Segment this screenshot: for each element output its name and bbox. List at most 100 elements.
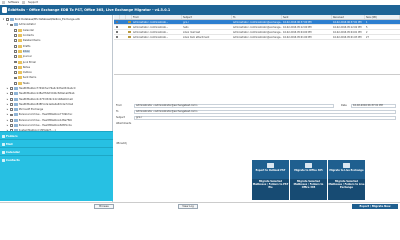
app-logo-icon <box>2 7 7 13</box>
tree-item-checkbox[interactable] <box>10 103 13 106</box>
tree-item-label: Tasks <box>22 81 30 85</box>
tree-item-checkbox[interactable] <box>14 39 17 43</box>
tree-item-checkbox[interactable] <box>10 97 13 101</box>
folder-icon <box>17 49 22 53</box>
browse-button[interactable]: Browse <box>94 204 114 209</box>
row-received: 16-02-2016 05:01:03 PM <box>333 35 362 39</box>
mail-icon <box>2 142 5 146</box>
nav-contacts-label: Contacts <box>6 157 20 162</box>
tree-item-label: Drafts <box>22 44 31 48</box>
preview-attachments-label: Attachments <box>116 122 132 125</box>
tree-item-checkbox[interactable] <box>14 60 17 64</box>
envelope-icon <box>127 20 131 24</box>
row-checkbox[interactable] <box>115 30 119 34</box>
tree-item-label: Journal <box>22 55 32 59</box>
row-sent: 16-02-2016 05:12:00 PM <box>283 25 312 29</box>
folder-icon <box>13 124 18 128</box>
expand-icon[interactable]: ▸ <box>6 92 9 95</box>
row-size: 1 <box>366 20 368 24</box>
migrate-selected-to-office365-tile[interactable]: Migrate Selected Mailboxes / Folders to … <box>290 179 327 200</box>
folder-icon <box>17 39 22 43</box>
folder-icon <box>17 71 22 75</box>
row-size: 5 <box>366 25 368 29</box>
tree-item-label: Personal Archive - HealthMailbox1d8e7fb6 <box>18 118 72 122</box>
support-menu-icon <box>22 1 26 4</box>
folder-icon <box>13 23 18 27</box>
folder-icon <box>13 102 18 106</box>
expand-icon[interactable]: ▸ <box>6 98 9 101</box>
preview-to-label: To <box>116 110 119 113</box>
tree-item-checkbox[interactable] <box>10 124 13 127</box>
expand-icon[interactable]: ▸ <box>6 124 9 127</box>
migrate-selected-to-live-exchange-tile[interactable]: Migrate Selected Mailboxes / Folders to … <box>328 179 365 200</box>
nav-folders-label: Folders <box>6 133 18 138</box>
tree-item-label: Sent Items <box>22 76 37 80</box>
tree-item-checkbox[interactable] <box>14 44 17 48</box>
expand-icon[interactable]: ▸ <box>6 113 9 116</box>
menu-software[interactable]: Software <box>8 1 19 4</box>
tree-item-checkbox[interactable] <box>14 55 17 59</box>
expand-icon[interactable]: ▸ <box>6 108 9 111</box>
folder-icon <box>17 81 22 85</box>
nav-calendar[interactable]: Calendar <box>0 147 113 155</box>
nav-mail[interactable]: Mail <box>0 139 113 147</box>
tree-item-checkbox[interactable] <box>10 108 13 112</box>
expand-icon[interactable]: ▸ <box>6 87 9 90</box>
export-migrate-now-button[interactable]: Export / Migrate Now <box>352 204 398 209</box>
window-title: EdbMails - Office Exchange EDB To PST, O… <box>8 8 171 12</box>
preview-from-row: From Administrator <Administrator@exchan… <box>114 103 400 108</box>
row-received: 16-02-2016 05:04:01 PM <box>333 30 362 34</box>
expand-icon[interactable]: ▸ <box>6 119 9 122</box>
tree-item-checkbox[interactable] <box>14 34 17 37</box>
menu-support[interactable]: Support <box>28 1 38 4</box>
action-subtiles: Migrate Selected Mailboxes / Folders to … <box>252 179 365 200</box>
tree-item-label: HealthMailbox1d8e7fb6d3d44c8d9e1a0f2ab <box>18 92 75 96</box>
row-subject: gcx-r <box>183 20 189 24</box>
folder-icon <box>17 76 22 80</box>
tree-item-checkbox[interactable] <box>10 87 13 90</box>
row-subject: inbox mail test <box>183 30 201 34</box>
tree-item-checkbox[interactable] <box>10 92 13 96</box>
preview-date-label: Date <box>341 104 347 107</box>
nav-contacts[interactable]: Contacts <box>0 155 113 163</box>
row-checkbox[interactable] <box>115 35 119 39</box>
tree-item-checkbox[interactable] <box>14 71 17 75</box>
col-from[interactable]: From <box>132 15 182 19</box>
folder-icon <box>17 60 22 64</box>
action-panel: Export to Outlook PST Migrate to Office … <box>114 158 400 202</box>
nav-panel-fill <box>0 163 113 201</box>
expand-icon[interactable]: ▾ <box>2 18 5 21</box>
folder-icon <box>13 118 18 122</box>
row-subject: hello <box>183 25 189 29</box>
tree-item-checkbox[interactable] <box>14 28 17 32</box>
tree-item-checkbox[interactable] <box>10 113 13 117</box>
tree-item-checkbox[interactable] <box>14 50 17 53</box>
table-row[interactable]: Administrator <Administrato... inbox item… <box>114 35 400 40</box>
message-rows: Administrator <Administrato... gcx-r Admin… <box>114 20 400 40</box>
col-subject[interactable]: Subject <box>182 15 232 19</box>
col-size[interactable]: Size (KB) <box>365 15 400 19</box>
folder-icon <box>13 113 18 117</box>
tree-item-checkbox[interactable] <box>10 23 13 27</box>
preview-to-row: To Administrator <Administrator@exchange… <box>114 109 400 114</box>
col-sent[interactable]: Sent <box>282 15 332 19</box>
nav-folders[interactable]: Folders <box>0 131 113 139</box>
tree-item-checkbox[interactable] <box>14 76 17 80</box>
expand-icon[interactable]: ▾ <box>6 23 9 26</box>
migrate-selected-to-pst-tile[interactable]: Migrate Selected Mailboxes / Folders to … <box>252 179 289 200</box>
tree-item-checkbox[interactable] <box>6 18 9 22</box>
col-to[interactable]: To <box>232 15 282 19</box>
tree-item-checkbox[interactable] <box>14 65 17 69</box>
folder-tree: ▾ Root Database\MS Database\Mailbox_Excha… <box>2 17 112 139</box>
col-received[interactable]: Received <box>332 15 365 19</box>
tree-item-checkbox[interactable] <box>10 118 13 122</box>
row-to: Administrator <Administrator@exchange... <box>233 30 282 34</box>
row-received: 16-02-2016 06:37:01 PM <box>333 20 362 24</box>
expand-icon[interactable]: ▸ <box>6 103 9 106</box>
view-log-button[interactable]: View Log <box>178 204 198 209</box>
row-checkbox[interactable] <box>115 25 119 29</box>
pst-icon <box>267 163 274 168</box>
tree-item-checkbox[interactable] <box>14 81 17 85</box>
calendar-icon <box>2 150 5 154</box>
row-checkbox[interactable] <box>115 20 119 24</box>
